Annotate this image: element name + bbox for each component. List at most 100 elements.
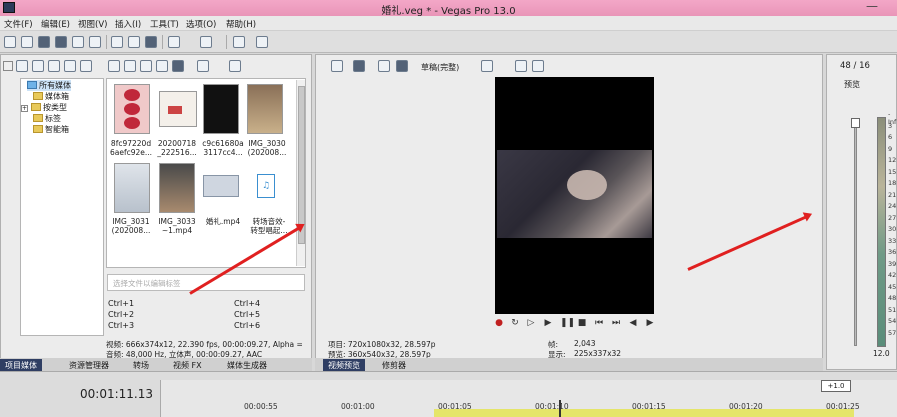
media-thumbnail[interactable]: [114, 163, 150, 213]
external-monitor-icon[interactable]: [353, 60, 365, 72]
render-icon[interactable]: [72, 36, 84, 48]
menu-view[interactable]: 视图(V): [78, 18, 107, 30]
media-thumbnail[interactable]: [247, 84, 283, 134]
master-fader-track[interactable]: [854, 118, 857, 346]
copy-snapshot-icon[interactable]: [515, 60, 527, 72]
tab-video-fx[interactable]: 视频 FX: [168, 359, 207, 371]
preview-quality-select[interactable]: 草稿(完整): [421, 62, 459, 73]
tab-transitions[interactable]: 转场: [128, 359, 154, 371]
save-icon[interactable]: [38, 36, 50, 48]
media-caption: 婚礼.mp4: [205, 217, 241, 226]
meter-scale-label: 27: [888, 213, 897, 222]
paste-icon[interactable]: [145, 36, 157, 48]
views-icon[interactable]: [197, 60, 209, 72]
rate-indicator: +1.0: [821, 380, 851, 392]
explorer-tabs: 项目媒体 资源管理器 转场 视频 FX 媒体生成器: [0, 358, 312, 371]
master-fader-knob[interactable]: [851, 118, 860, 128]
preview-image: [497, 150, 652, 238]
meter-scale-label: 24: [888, 202, 897, 210]
media-thumbnail[interactable]: [203, 84, 239, 134]
tab-trimmer[interactable]: 修剪器: [377, 359, 411, 371]
go-to-end-icon[interactable]: ⏭: [611, 318, 621, 328]
play-icon[interactable]: [140, 60, 152, 72]
undo-icon[interactable]: [168, 36, 180, 48]
help-pointer-icon[interactable]: [256, 36, 268, 48]
menu-tools[interactable]: 工具(T): [150, 18, 179, 30]
split-screen-icon[interactable]: [396, 60, 408, 72]
media-thumbnail[interactable]: [114, 84, 150, 134]
menu-edit[interactable]: 编辑(E): [41, 18, 70, 30]
cd-icon[interactable]: [48, 60, 60, 72]
redo-icon[interactable]: [200, 36, 212, 48]
loop-icon[interactable]: ↻: [510, 318, 520, 328]
new-icon[interactable]: [4, 36, 16, 48]
pause-icon[interactable]: ❚❚: [560, 318, 575, 328]
overlays-icon[interactable]: [481, 60, 493, 72]
minimize-button[interactable]: —: [857, 0, 887, 15]
auto-preview-icon[interactable]: [172, 60, 184, 72]
capture-icon[interactable]: [32, 60, 44, 72]
audio-file-icon[interactable]: ♫: [257, 174, 275, 198]
next-frame-icon[interactable]: ▶: [645, 318, 655, 328]
import-media-icon[interactable]: [16, 60, 28, 72]
meter-scale-label: 51: [888, 305, 897, 314]
stop-icon[interactable]: [156, 60, 168, 72]
hotkey-label: Ctrl+5: [234, 310, 261, 319]
tree-tags[interactable]: 标签: [33, 113, 61, 124]
tree-label: 标签: [45, 114, 61, 123]
cut-icon[interactable]: [111, 36, 123, 48]
save-as-icon[interactable]: [55, 36, 67, 48]
clear-unused-icon[interactable]: [80, 60, 92, 72]
edit-tool-icon[interactable]: [233, 36, 245, 48]
save-snapshot-icon[interactable]: [532, 60, 544, 72]
tree-label: 媒体箱: [45, 92, 69, 101]
expand-icon[interactable]: +: [21, 105, 28, 112]
media-thumbnail[interactable]: [159, 163, 195, 213]
menu-file[interactable]: 文件(F): [4, 18, 33, 30]
timeline-ruler[interactable]: +1.0: [160, 380, 897, 417]
properties-icon[interactable]: [89, 36, 101, 48]
media-caption: IMG_3030 (202008...: [247, 139, 287, 157]
meter-scale-label: 15: [888, 167, 897, 176]
play-from-start-icon[interactable]: ▷: [526, 318, 536, 328]
play-icon[interactable]: ▶: [543, 318, 553, 328]
tree-media-bins[interactable]: 媒体箱: [33, 91, 69, 102]
media-caption: IMG_3033 ~1.mp4: [158, 217, 196, 235]
tab-video-preview[interactable]: 视频预览: [323, 359, 365, 371]
hotkey-label: Ctrl+6: [234, 321, 261, 330]
tab-explorer[interactable]: 资源管理器: [64, 359, 114, 371]
go-to-start-icon[interactable]: ⏮: [594, 318, 604, 328]
video-file-icon[interactable]: [203, 175, 239, 197]
meter-scale-label: 48: [888, 294, 897, 302]
copy-icon[interactable]: [128, 36, 140, 48]
search-icon[interactable]: [229, 60, 241, 72]
folder-icon: [31, 103, 41, 111]
menu-help[interactable]: 帮助(H): [226, 18, 256, 30]
close-panel-icon[interactable]: [3, 61, 13, 71]
tab-project-media[interactable]: 项目媒体: [0, 359, 42, 371]
master-label: 预览: [844, 80, 860, 89]
remove-icon[interactable]: [108, 60, 120, 72]
preview-properties-icon[interactable]: [331, 60, 343, 72]
master-counter: 48 / 16: [840, 61, 870, 71]
web-icon[interactable]: [64, 60, 76, 72]
media-bin-tree: 所有媒体 媒体箱 + 按类型 标签 智能箱: [20, 78, 104, 336]
media-caption: IMG_3031 (202008...: [111, 217, 151, 235]
tree-by-type[interactable]: + 按类型: [21, 102, 67, 113]
tab-media-generators[interactable]: 媒体生成器: [222, 359, 272, 371]
tree-smart-bins[interactable]: 智能箱: [33, 124, 69, 135]
media-scrollbar[interactable]: [296, 80, 305, 266]
media-thumbnail[interactable]: [159, 91, 197, 127]
main-toolbar: [0, 31, 897, 53]
media-caption: 20200718 _222516...: [157, 139, 197, 157]
media-fx-icon[interactable]: [124, 60, 136, 72]
meter-scale-label: 3: [888, 121, 893, 130]
record-icon[interactable]: ●: [494, 318, 504, 328]
stop-icon[interactable]: ■: [577, 318, 587, 328]
previous-frame-icon[interactable]: ◀: [628, 318, 638, 328]
menu-options[interactable]: 选项(O): [186, 18, 216, 30]
video-fx-icon[interactable]: [378, 60, 390, 72]
open-icon[interactable]: [21, 36, 33, 48]
menu-insert[interactable]: 插入(I): [115, 18, 141, 30]
tree-all-media[interactable]: 所有媒体: [27, 80, 71, 91]
